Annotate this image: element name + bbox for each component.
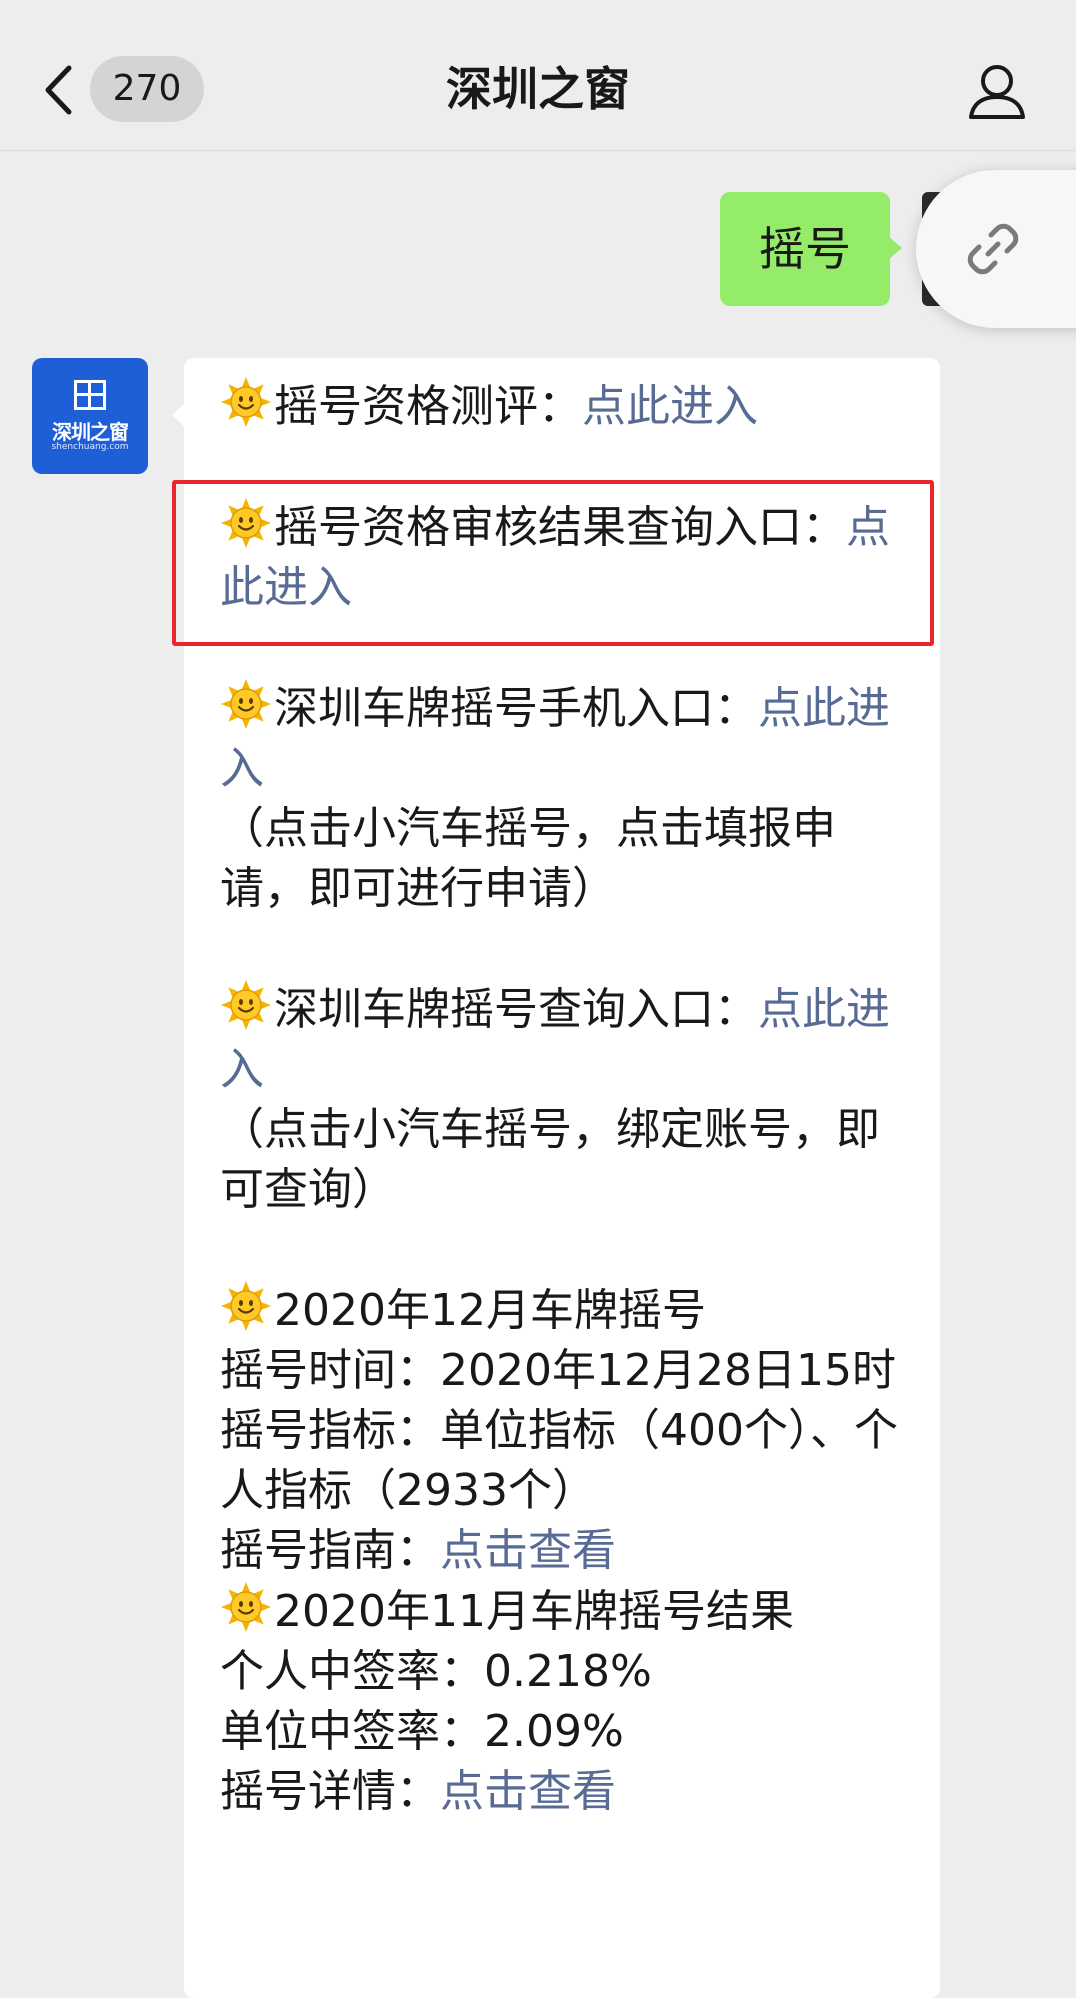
dec-guide-line: 摇号指南：点击查看 (220, 1521, 920, 1581)
smiling-sun-icon (220, 376, 272, 428)
nov-detail-line: 摇号详情：点击查看 (220, 1762, 920, 1822)
unread-count-badge[interactable]: 270 (90, 56, 204, 122)
floating-link-button[interactable] (916, 170, 1076, 328)
dec-title-line: 2020年12月车牌摇号 (220, 1280, 920, 1341)
dec-quota: 摇号指标：单位指标（400个）、个人指标（2933个） (220, 1405, 898, 1516)
eval-link[interactable]: 点此进入 (582, 381, 758, 432)
profile-button[interactable] (962, 56, 1032, 126)
smiling-sun-icon (220, 979, 272, 1031)
official-account-avatar[interactable]: 深圳之窗 shenchuang.com (32, 358, 148, 474)
audit-label: 摇号资格审核结果查询入口： (274, 502, 846, 553)
received-message-bubble: 摇号资格测评：点此进入 摇号资格审核结果查询入口：点此进入 深圳车牌摇号手机入口… (184, 358, 940, 1998)
eval-line: 摇号资格测评：点此进入 (220, 376, 920, 437)
nov-company-rate: 单位中签率：2.09% (220, 1706, 624, 1757)
smiling-sun-icon (220, 497, 272, 549)
eval-label: 摇号资格测评： (274, 381, 582, 432)
mobile-note: （点击小汽车摇号，点击填报申请，即可进行申请） (220, 803, 836, 914)
chevron-left-icon (45, 65, 72, 115)
message-content: 摇号资格测评：点此进入 摇号资格审核结果查询入口：点此进入 深圳车牌摇号手机入口… (220, 358, 920, 1822)
smiling-sun-icon (220, 1581, 272, 1633)
dec-guide-label: 摇号指南： (220, 1525, 440, 1576)
nov-title: 2020年11月车牌摇号结果 (274, 1586, 794, 1637)
nav-bar: 270 深圳之窗 (0, 0, 1076, 151)
sent-bubble-tail (888, 236, 902, 260)
link-icon (967, 223, 1019, 275)
dec-guide-link[interactable]: 点击查看 (440, 1525, 616, 1576)
smiling-sun-icon (220, 1280, 272, 1332)
nov-detail-link[interactable]: 点击查看 (440, 1766, 616, 1817)
query-label: 深圳车牌摇号查询入口： (274, 984, 758, 1035)
nov-title-line: 2020年11月车牌摇号结果 (220, 1581, 920, 1642)
mobile-line: 深圳车牌摇号手机入口：点此进入 (220, 678, 920, 799)
nov-detail-label: 摇号详情： (220, 1766, 440, 1817)
query-note: （点击小汽车摇号，绑定账号，即可查询） (220, 1104, 880, 1215)
avatar-logo-text: 深圳之窗 (52, 420, 129, 444)
back-button[interactable] (36, 60, 80, 120)
nov-personal-rate: 个人中签率：0.218% (220, 1646, 652, 1697)
person-icon (969, 65, 1025, 119)
smiling-sun-icon (220, 678, 272, 730)
query-line: 深圳车牌摇号查询入口：点此进入 (220, 979, 920, 1100)
dec-time: 摇号时间：2020年12月28日15时 (220, 1345, 896, 1396)
audit-line: 摇号资格审核结果查询入口：点此进入 (220, 497, 920, 618)
mobile-label: 深圳车牌摇号手机入口： (274, 683, 758, 734)
sent-message-bubble[interactable]: 摇号 (720, 192, 890, 306)
window-logo-icon (74, 380, 106, 410)
avatar-logo-domain: shenchuang.com (51, 442, 129, 452)
dec-title: 2020年12月车牌摇号 (274, 1285, 706, 1336)
